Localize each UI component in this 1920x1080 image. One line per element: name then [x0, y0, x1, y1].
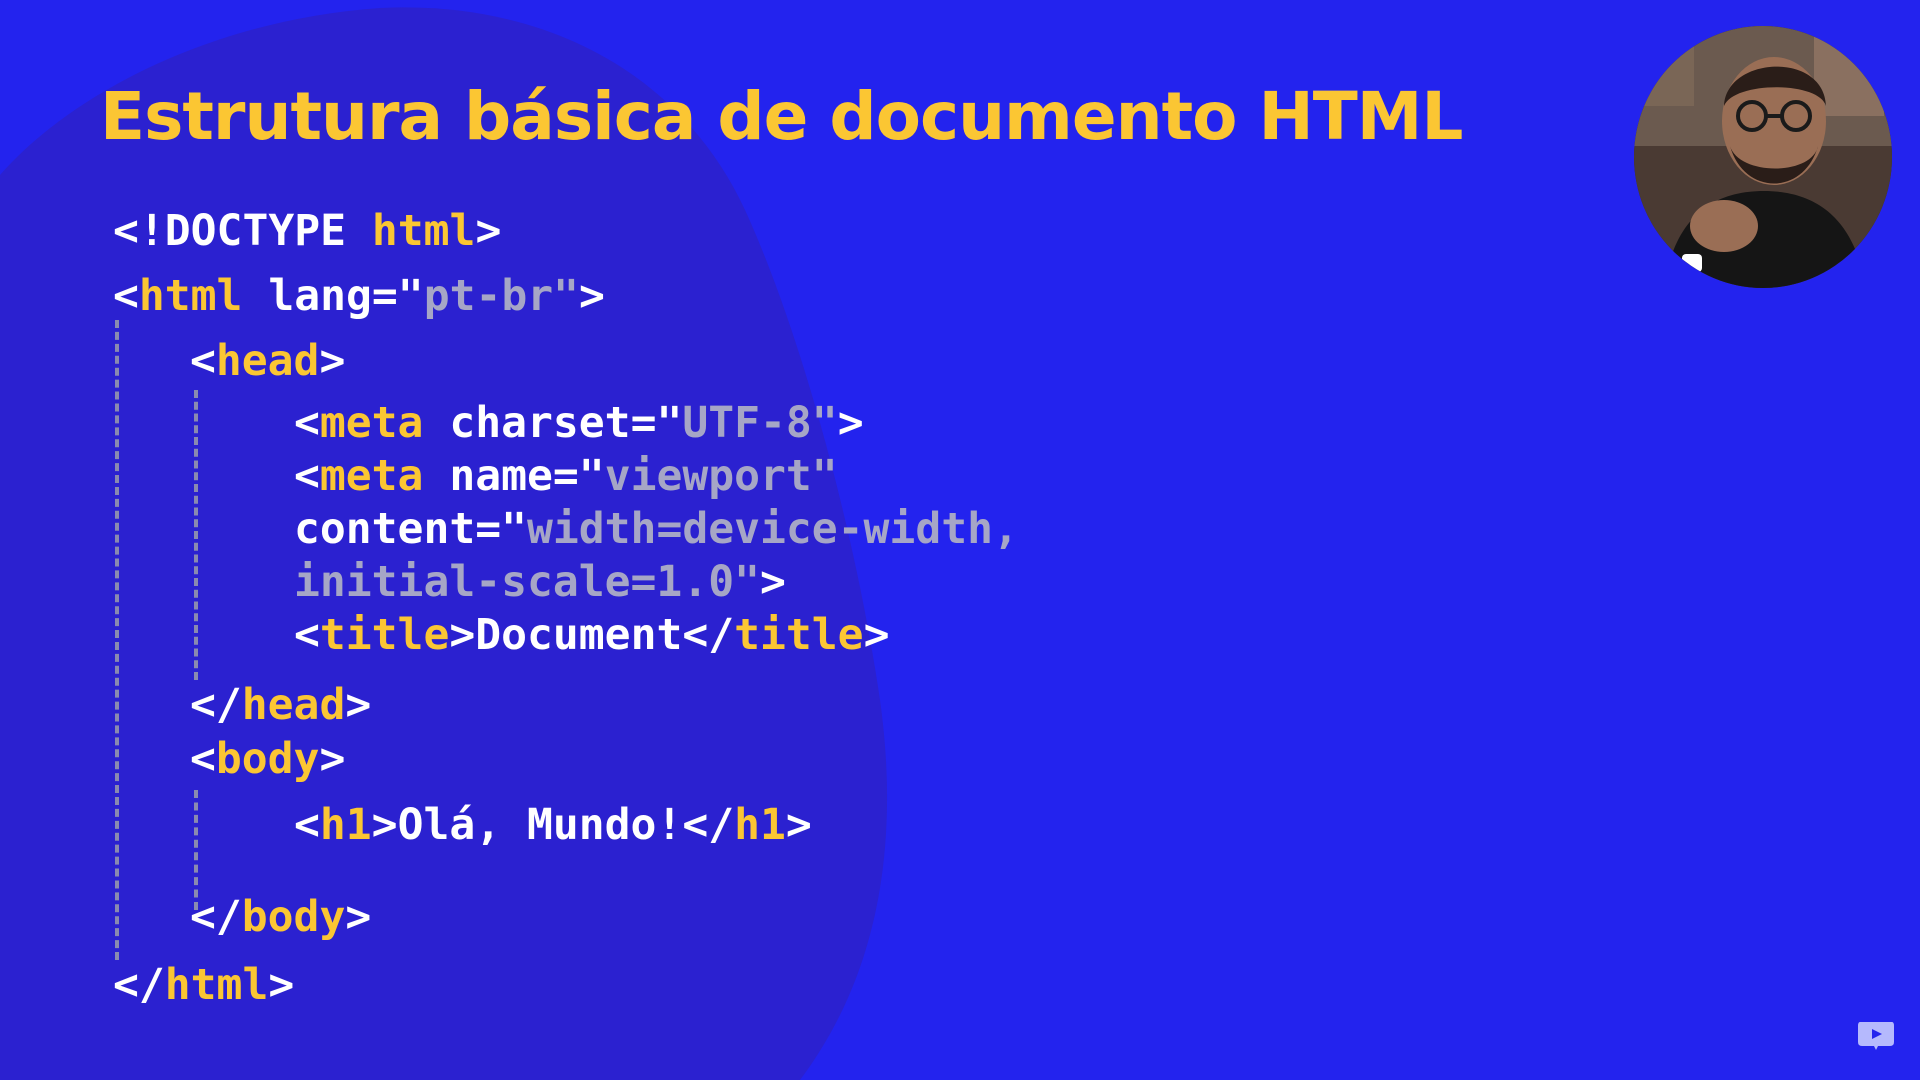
code-line-meta-charset: <meta charset="UTF-8">	[294, 402, 864, 445]
code-line-html-open: <html lang="pt-br">	[113, 275, 605, 318]
channel-logo-icon	[1858, 1022, 1894, 1050]
bracket: >	[319, 336, 346, 386]
attribute-name: content	[294, 504, 476, 554]
attribute-value: viewport	[604, 451, 812, 501]
slide-title: Estrutura básica de documento HTML	[100, 78, 1463, 155]
bracket: >	[837, 398, 864, 448]
bracket: >	[863, 610, 890, 660]
tag-name: html	[164, 960, 269, 1010]
tag-name: meta	[319, 398, 424, 448]
tag-name: head	[215, 336, 320, 386]
attribute-value: initial-scale=1.0	[294, 557, 735, 607]
equals-quote: ="	[630, 398, 683, 448]
code-line-title: <title>Document</title>	[294, 614, 889, 657]
h1-text: Olá, Mundo!	[397, 800, 683, 850]
bracket: >	[475, 206, 502, 256]
title-text: Document	[475, 610, 683, 660]
doctype-text: <!DOCTYPE	[113, 206, 372, 256]
code-line-body-close: </body>	[190, 896, 371, 939]
quote: "	[811, 398, 838, 448]
bracket: </	[190, 892, 242, 942]
bracket: <	[294, 451, 320, 501]
bracket: </	[682, 610, 735, 660]
bracket: <	[294, 398, 320, 448]
tag-name: head	[241, 680, 346, 730]
code-line-body-open: <body>	[190, 738, 345, 781]
tag-name: body	[241, 892, 346, 942]
code-line-meta-viewport: <meta name="viewport"	[294, 455, 838, 498]
equals-quote: ="	[552, 451, 605, 501]
code-line-content-cont: initial-scale=1.0">	[294, 561, 786, 604]
equals-quote: ="	[371, 271, 424, 321]
code-line-h1: <h1>Olá, Mundo!</h1>	[294, 804, 812, 847]
attribute-name: name	[423, 451, 553, 501]
bracket: >	[579, 271, 605, 321]
quote: "	[553, 271, 580, 321]
bracket: <	[294, 800, 320, 850]
bracket: </	[190, 680, 242, 730]
quote: "	[811, 451, 838, 501]
bracket: >	[319, 734, 346, 784]
attribute-value: UTF-8	[682, 398, 812, 448]
indent-guide-head	[194, 390, 198, 680]
code-line-head-close: </head>	[190, 684, 371, 727]
bracket: <	[190, 336, 216, 386]
attribute-value: width=device-width,	[527, 504, 1019, 554]
presenter-illustration	[1634, 26, 1892, 288]
quote: "	[734, 557, 760, 607]
code-line-content: content="width=device-width,	[294, 508, 1019, 551]
attribute-value: pt-br	[423, 271, 554, 321]
equals-quote: ="	[475, 504, 527, 554]
code-line-html-close: </html>	[113, 964, 294, 1007]
tag-name: h1	[319, 800, 372, 850]
bracket: </	[113, 960, 165, 1010]
code-line-head-open: <head>	[190, 340, 345, 383]
bracket: <	[113, 271, 139, 321]
bracket: <	[294, 610, 320, 660]
bracket: <	[190, 734, 216, 784]
code-line-doctype: <!DOCTYPE html>	[113, 210, 501, 253]
tag-name: html	[138, 271, 243, 321]
tag-name: h1	[734, 800, 786, 850]
bracket: >	[268, 960, 295, 1010]
tag-name: title	[734, 610, 864, 660]
doctype-keyword: html	[371, 206, 476, 256]
tag-name: meta	[319, 451, 424, 501]
bracket: >	[371, 800, 398, 850]
bracket: >	[449, 610, 476, 660]
indent-guide-html	[115, 320, 119, 960]
presenter-webcam	[1634, 26, 1892, 288]
bracket: >	[345, 892, 372, 942]
bracket: </	[682, 800, 735, 850]
bracket: >	[760, 557, 786, 607]
attribute-name: lang	[242, 271, 372, 321]
attribute-name: charset	[423, 398, 631, 448]
tag-name: body	[215, 734, 320, 784]
tag-name: title	[319, 610, 450, 660]
bracket: >	[785, 800, 812, 850]
bracket: >	[345, 680, 372, 730]
